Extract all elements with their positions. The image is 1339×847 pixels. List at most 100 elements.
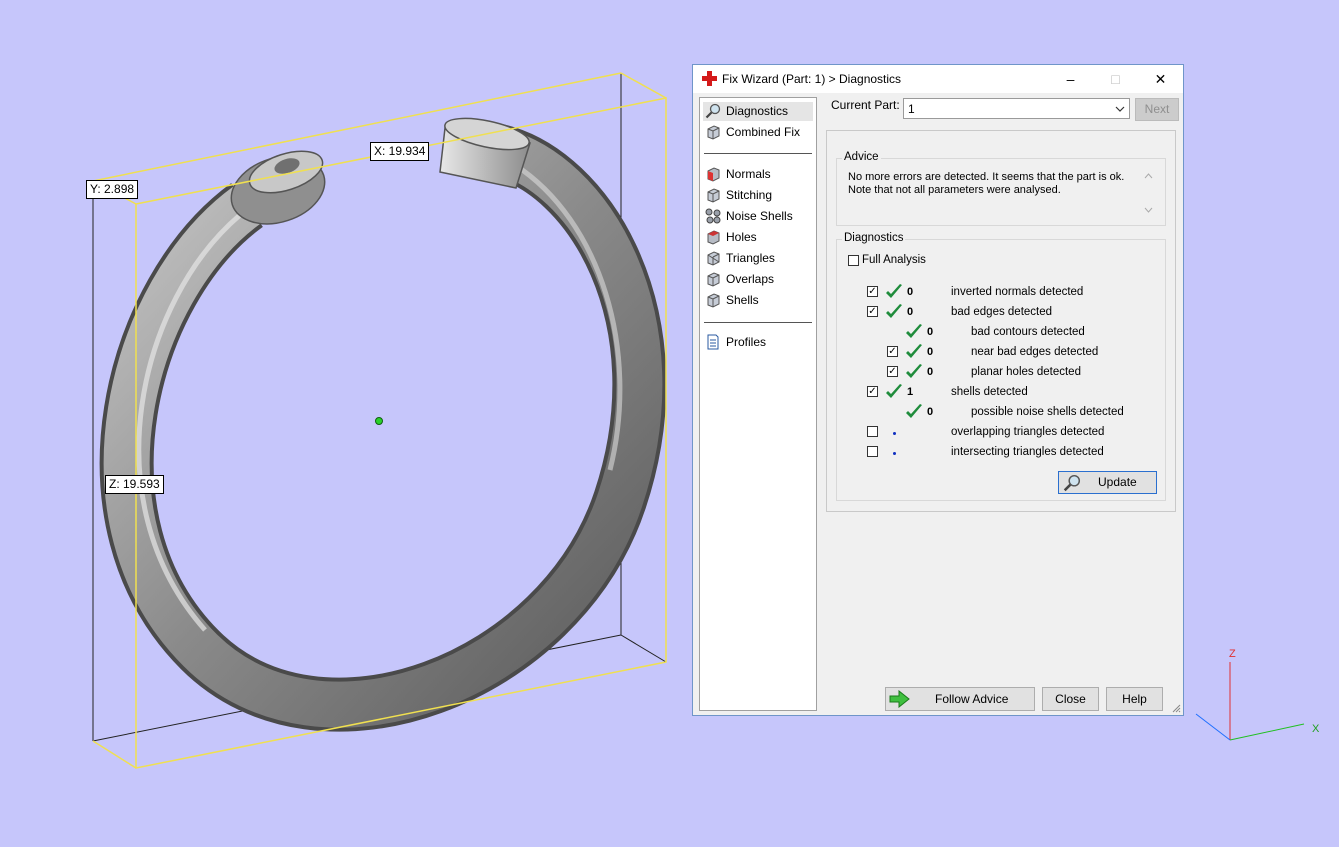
nav-item-normals[interactable]: Normals — [703, 165, 813, 184]
nav-item-triangles[interactable]: Triangles — [703, 249, 813, 268]
y-dimension-label: Y: 2.898 — [86, 180, 139, 199]
pending-dot-icon — [893, 452, 896, 455]
follow-advice-label: Follow Advice — [935, 692, 1009, 706]
diagnostic-row: ✓ 0 bad edges detected — [837, 304, 1157, 322]
cube-icon — [707, 125, 720, 140]
diagnostic-row: 0 possible noise shells detected — [837, 404, 1157, 422]
nav-item-diagnostics[interactable]: Diagnostics — [703, 102, 813, 121]
wizard-nav: Diagnostics Combined Fix Normals Stitchi… — [699, 97, 817, 711]
diagnostic-count: 0 — [927, 366, 934, 378]
diagnostic-checkbox[interactable]: ✓ — [887, 346, 898, 357]
scroll-up-icon[interactable] — [1144, 173, 1153, 179]
diagnostic-row: intersecting triangles detected — [837, 444, 1157, 462]
nav-item-shells[interactable]: Shells — [703, 291, 813, 310]
nav-item-noise-shells[interactable]: Noise Shells — [703, 207, 813, 226]
diagnostic-row: ✓ 0 planar holes detected — [837, 364, 1157, 382]
update-label: Update — [1098, 475, 1137, 489]
holes-cube-icon — [707, 230, 720, 245]
advice-text-line-2: Note that not all parameters were analys… — [848, 184, 1061, 196]
x-dimension-label: X: 19.934 — [370, 142, 430, 161]
diagnostic-label: planar holes detected — [971, 366, 1081, 378]
update-button[interactable]: Update — [1058, 471, 1157, 494]
scroll-down-icon[interactable] — [1144, 207, 1153, 213]
green-arrow-icon — [889, 690, 910, 708]
current-part-value: 1 — [908, 102, 915, 116]
diagnostic-label: bad contours detected — [971, 326, 1085, 338]
diagnostic-count: 0 — [927, 326, 934, 338]
center-point — [375, 417, 383, 425]
resize-grip-icon[interactable] — [1171, 703, 1181, 713]
diagnostic-checkbox[interactable] — [867, 446, 878, 457]
diagnostic-label: shells detected — [951, 386, 1028, 398]
dialog-titlebar[interactable]: Fix Wizard (Part: 1) > Diagnostics – □ ✕ — [693, 65, 1183, 93]
advice-group: Advice No more errors are detected. It s… — [836, 151, 1166, 226]
next-button[interactable]: Next — [1135, 98, 1179, 121]
diagnostic-checkbox[interactable]: ✓ — [887, 366, 898, 377]
pending-dot-icon — [893, 432, 896, 435]
diagnostic-row: ✓ 1 shells detected — [837, 384, 1157, 402]
document-icon — [707, 334, 719, 350]
diagnostic-checkbox[interactable] — [867, 426, 878, 437]
chevron-down-icon — [1115, 106, 1125, 112]
diagnostic-row: 0 bad contours detected — [837, 324, 1157, 342]
shells-cube-icon — [707, 293, 720, 308]
diagnostic-label: inverted normals detected — [951, 286, 1084, 298]
minimize-button[interactable]: – — [1048, 65, 1093, 93]
diagnostic-row: ✓ 0 near bad edges detected — [837, 344, 1157, 362]
diagnostic-count: 0 — [927, 346, 934, 358]
help-button[interactable]: Help — [1106, 687, 1163, 711]
advice-title: Advice — [842, 151, 881, 163]
current-part-label: Current Part: — [831, 98, 900, 112]
full-analysis-label[interactable]: Full Analysis — [862, 254, 926, 266]
x-axis-label: X — [1312, 723, 1320, 735]
nav-separator — [704, 322, 812, 323]
diagnostics-title: Diagnostics — [842, 232, 906, 244]
nav-item-holes[interactable]: Holes — [703, 228, 813, 247]
current-part-select[interactable]: 1 — [903, 98, 1130, 119]
full-analysis-checkbox[interactable] — [848, 255, 859, 266]
diagnostic-label: overlapping triangles detected — [951, 426, 1105, 438]
triangles-cube-icon — [707, 251, 720, 266]
z-dimension-label: Z: 19.593 — [105, 475, 164, 494]
diagnostic-row: ✓ 0 inverted normals detected — [837, 284, 1157, 302]
diagnostic-label: possible noise shells detected — [971, 406, 1124, 418]
axis-indicator — [1195, 662, 1305, 741]
diagnostic-row: overlapping triangles detected — [837, 424, 1157, 442]
magnifier-icon — [705, 103, 721, 119]
diagnostics-group: Diagnostics Full Analysis ✓ 0 inverted nor… — [836, 232, 1166, 501]
close-button[interactable]: Close — [1042, 687, 1099, 711]
advice-scrollbar[interactable] — [1140, 169, 1157, 219]
nav-item-stitching[interactable]: Stitching — [703, 186, 813, 205]
noise-shells-icon — [705, 208, 721, 224]
check-mark-icon — [886, 384, 902, 398]
check-mark-icon — [906, 344, 922, 358]
diagnostic-count: 0 — [907, 286, 914, 298]
dialog-title: Fix Wizard (Part: 1) > Diagnostics — [722, 72, 902, 86]
close-window-button[interactable]: ✕ — [1138, 65, 1183, 93]
nav-item-combined-fix[interactable]: Combined Fix — [703, 123, 813, 142]
z-axis-label: Z — [1229, 648, 1236, 660]
nav-item-overlaps[interactable]: Overlaps — [703, 270, 813, 289]
diagnostic-checkbox[interactable]: ✓ — [867, 306, 878, 317]
check-mark-icon — [906, 404, 922, 418]
stitching-cube-icon — [707, 188, 720, 203]
maximize-button[interactable]: □ — [1093, 65, 1138, 93]
check-mark-icon — [906, 364, 922, 378]
diagnostics-panel: Advice No more errors are detected. It s… — [826, 130, 1176, 512]
diagnostic-label: near bad edges detected — [971, 346, 1099, 358]
diagnostic-count: 0 — [927, 406, 934, 418]
nav-separator — [704, 153, 812, 154]
red-cross-icon — [702, 71, 717, 86]
diagnostic-label: intersecting triangles detected — [951, 446, 1104, 458]
diagnostic-label: bad edges detected — [951, 306, 1053, 318]
check-mark-icon — [886, 304, 902, 318]
diagnostic-checkbox[interactable]: ✓ — [867, 286, 878, 297]
follow-advice-button[interactable]: Follow Advice — [885, 687, 1035, 711]
check-mark-icon — [886, 284, 902, 298]
overlaps-cube-icon — [707, 272, 720, 287]
normals-cube-icon — [707, 167, 720, 182]
nav-item-profiles[interactable]: Profiles — [703, 333, 813, 352]
diagnostic-checkbox[interactable]: ✓ — [867, 386, 878, 397]
fix-wizard-dialog: Fix Wizard (Part: 1) > Diagnostics – □ ✕… — [692, 64, 1184, 716]
magnifier-icon — [1063, 474, 1081, 492]
